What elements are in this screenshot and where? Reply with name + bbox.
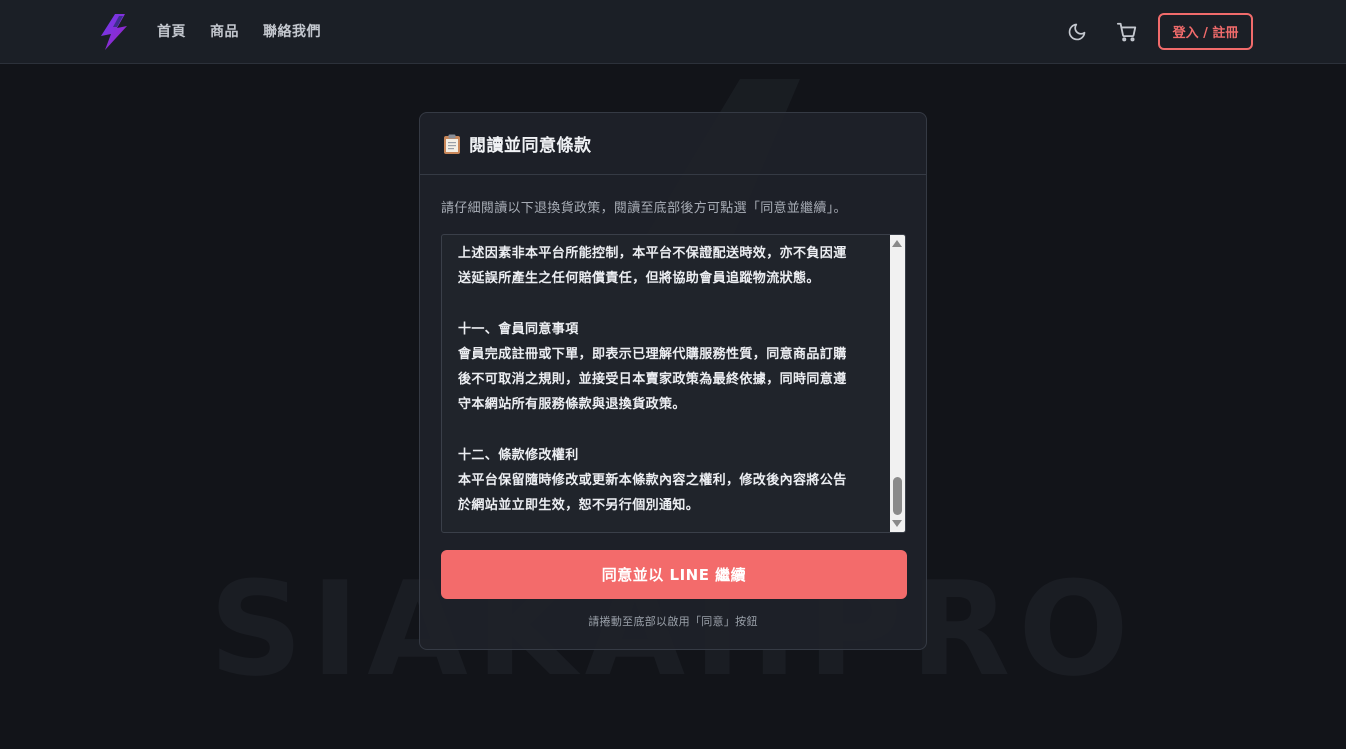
main-nav: 首頁 商品 聯絡我們 [157,22,345,42]
terms-section-heading: 十一、會員同意事項 [458,321,579,337]
terms-scroll-area[interactable]: 上述因素非本平台所能控制，本平台不保證配送時效，亦不負因運 送延誤所產生之任何賠… [441,234,906,533]
scroll-up-arrow-icon[interactable] [892,240,902,247]
terms-spacer [458,291,878,316]
scroll-hint: 請捲動至底部以啟用「同意」按鈕 [588,615,758,628]
terms-line: 守本網站所有服務條款與退換貨政策。 [458,397,686,413]
terms-scrollbar[interactable] [890,235,905,532]
nav-products[interactable]: 商品 [210,22,239,42]
login-register-button[interactable]: 登入 / 註冊 [1158,13,1253,50]
top-navbar: 首頁 商品 聯絡我們 登入 / 註冊 [0,0,1346,64]
terms-section-heading: 十二、條款修改權利 [458,447,579,463]
modal-header: 閱讀並同意條款 [420,113,926,175]
cart-icon [1116,22,1137,42]
nav-contact[interactable]: 聯絡我們 [263,22,321,42]
terms-text: 上述因素非本平台所能控制，本平台不保證配送時效，亦不負因運 送延誤所產生之任何賠… [458,241,878,518]
terms-line: 送延誤所產生之任何賠償責任，但將協助會員追蹤物流狀態。 [458,271,820,287]
terms-line: 後不可取消之規則，並接受日本賣家政策為最終依據，同時同意遵 [458,372,847,387]
moon-icon [1068,23,1086,41]
clipboard-icon [444,134,460,154]
scrollbar-thumb[interactable] [893,477,902,515]
agree-line-continue-button[interactable]: 同意並以 LINE 繼續 [441,550,907,599]
lightning-bolt-logo[interactable] [97,12,131,52]
modal-title: 閱讀並同意條款 [469,136,592,156]
terms-line: 會員完成註冊或下單，即表示已理解代購服務性質，同意商品訂購 [458,346,847,362]
terms-instruction: 請仔細閱讀以下退換貨政策，閱讀至底部後方可點選「同意並繼續」。 [441,201,847,216]
nav-home[interactable]: 首頁 [157,22,186,42]
theme-toggle-button[interactable] [1065,20,1089,44]
cart-button[interactable] [1115,20,1139,44]
terms-line: 於網站並立即生效，恕不另行個別通知。 [458,498,700,513]
terms-line: 本平台保留隨時修改或更新本條款內容之權利，修改後內容將公告 [458,472,847,488]
terms-modal: 閱讀並同意條款 請仔細閱讀以下退換貨政策，閱讀至底部後方可點選「同意並繼續」。 … [419,112,927,650]
scroll-down-arrow-icon[interactable] [892,520,902,527]
terms-spacer [458,417,878,442]
terms-line: 上述因素非本平台所能控制，本平台不保證配送時效，亦不負因運 [458,246,847,261]
